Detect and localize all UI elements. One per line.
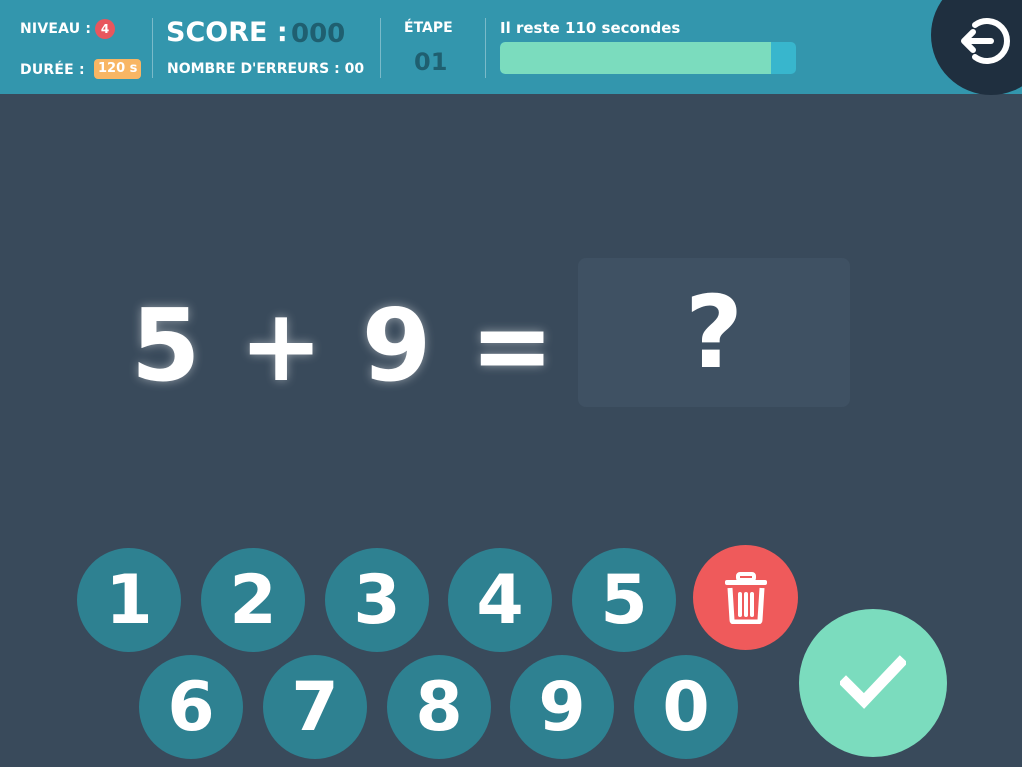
time-progress-fill xyxy=(500,42,772,74)
etape-value: 01 xyxy=(414,48,448,76)
errors-count: NOMBRE D'ERREURS : 00 xyxy=(167,61,365,77)
answer-placeholder: ? xyxy=(684,274,743,391)
key-9[interactable]: 9 xyxy=(510,655,614,759)
key-4[interactable]: 4 xyxy=(448,548,552,652)
key-3[interactable]: 3 xyxy=(325,548,429,652)
niveau-badge: 4 xyxy=(95,19,115,39)
score-value: 000 xyxy=(291,19,346,49)
divider xyxy=(485,18,486,78)
score-label: SCORE : xyxy=(166,17,288,48)
etape-label: ÉTAPE xyxy=(404,20,453,36)
key-6[interactable]: 6 xyxy=(139,655,243,759)
key-1[interactable]: 1 xyxy=(77,548,181,652)
checkmark-icon xyxy=(840,655,906,709)
exit-icon xyxy=(961,18,1010,64)
time-remaining-text: Il reste 110 secondes xyxy=(500,19,681,37)
divider xyxy=(152,18,153,78)
key-5[interactable]: 5 xyxy=(572,548,676,652)
time-progress-bar xyxy=(500,42,796,74)
trash-icon xyxy=(724,571,767,624)
key-8[interactable]: 8 xyxy=(387,655,491,759)
key-2[interactable]: 2 xyxy=(201,548,305,652)
validate-button[interactable] xyxy=(799,609,947,757)
key-0[interactable]: 0 xyxy=(634,655,738,759)
duree-label: DURÉE : xyxy=(20,62,85,78)
key-7[interactable]: 7 xyxy=(263,655,367,759)
divider xyxy=(380,18,381,78)
exit-button[interactable] xyxy=(931,0,1022,95)
top-bar: NIVEAU : 4 DURÉE : 120 s SCORE : 000 NOM… xyxy=(0,0,1022,95)
delete-button[interactable] xyxy=(693,545,798,650)
duree-badge: 120 s xyxy=(94,59,142,79)
equation: 5 + 9 = xyxy=(0,280,580,410)
equation-text: 5 + 9 = xyxy=(130,286,556,404)
niveau-label: NIVEAU : xyxy=(20,21,92,37)
answer-box[interactable]: ? xyxy=(578,258,850,407)
